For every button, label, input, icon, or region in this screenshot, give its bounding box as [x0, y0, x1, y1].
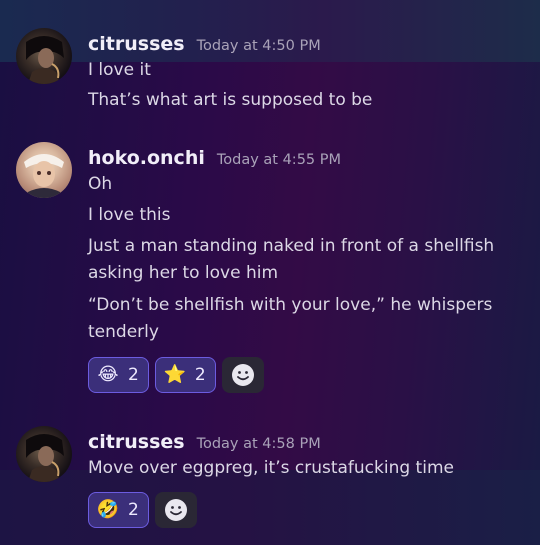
joy-emoji-icon: 😂	[97, 364, 119, 385]
message-text: tenderly	[88, 322, 159, 342]
add-reaction-button[interactable]	[221, 357, 264, 393]
reaction-button[interactable]: ⭐ 2	[154, 357, 216, 393]
add-reaction-smiley-icon	[164, 499, 187, 521]
message-header: hoko.onchi Today at 4:55 PM	[88, 147, 341, 169]
message-text: I love it	[88, 60, 151, 80]
username[interactable]: hoko.onchi	[88, 147, 205, 169]
message-text: Move over eggpreg, it’s crustafucking ti…	[88, 458, 454, 478]
timestamp[interactable]: Today at 4:58 PM	[197, 436, 321, 452]
add-reaction-button[interactable]	[154, 492, 197, 528]
message-text: I love this	[88, 205, 171, 225]
message-text: “Don’t be shellfish with your love,” he …	[88, 295, 493, 315]
reaction-button[interactable]: 😂 2	[88, 357, 149, 393]
avatar[interactable]	[16, 142, 72, 198]
background-band-bottom	[0, 470, 540, 545]
reaction-button[interactable]: 🤣 2	[88, 492, 149, 528]
message-header: citrusses Today at 4:50 PM	[88, 33, 321, 55]
message-text: Just a man standing naked in front of a …	[88, 236, 495, 256]
reaction-count: 2	[194, 365, 206, 385]
message-header: citrusses Today at 4:58 PM	[88, 431, 321, 453]
rofl-emoji-icon: 🤣	[96, 499, 120, 520]
username[interactable]: citrusses	[88, 33, 185, 55]
timestamp[interactable]: Today at 4:50 PM	[197, 38, 321, 54]
reaction-count: 2	[128, 500, 139, 520]
add-reaction-smiley-icon	[231, 364, 254, 386]
avatar[interactable]	[16, 28, 72, 84]
reaction-count: 2	[128, 365, 139, 385]
message-text: That’s what art is supposed to be	[88, 90, 373, 110]
reaction-bar: 😂 2 ⭐ 2	[88, 357, 264, 393]
username[interactable]: citrusses	[88, 431, 185, 453]
star-emoji-icon: ⭐	[163, 364, 187, 385]
message-text: asking her to love him	[88, 263, 279, 283]
avatar[interactable]	[16, 426, 72, 482]
timestamp[interactable]: Today at 4:55 PM	[217, 152, 341, 168]
reaction-bar: 🤣 2	[88, 492, 197, 528]
message-text: Oh	[88, 174, 113, 194]
